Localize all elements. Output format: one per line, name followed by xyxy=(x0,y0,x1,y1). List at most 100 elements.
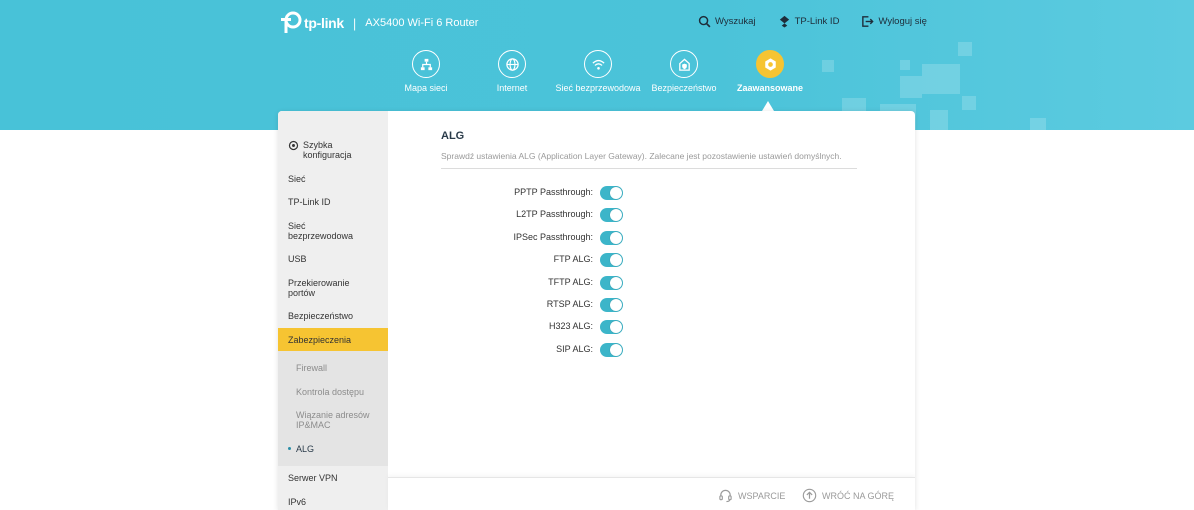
search-link[interactable]: Wyszukaj xyxy=(698,15,756,28)
sidebar-item-quick-setup-label: Szybka konfiguracja xyxy=(303,140,352,160)
headset-icon xyxy=(719,489,732,503)
l2tp-passthrough-toggle[interactable] xyxy=(600,208,623,222)
support-link[interactable]: WSPARCIE xyxy=(718,488,785,503)
support-link-label: WSPARCIE xyxy=(738,490,786,501)
sip-alg-toggle[interactable] xyxy=(600,343,623,357)
toggle-knob xyxy=(610,277,622,289)
toggle-knob xyxy=(610,254,622,266)
setting-row-sip: SIP ALG: xyxy=(388,341,648,359)
main-content: ALG Sprawdź ustawienia ALG (Application … xyxy=(388,111,915,477)
tplink-logo-icon xyxy=(281,11,302,33)
page-title: ALG xyxy=(441,130,465,142)
rtsp-alg-toggle[interactable] xyxy=(600,298,623,312)
pptp-passthrough-toggle[interactable] xyxy=(600,186,623,200)
network-map-icon xyxy=(412,50,440,78)
decor-pixel xyxy=(922,64,960,94)
back-to-top-link-label: WRÓĆ NA GÓRĘ xyxy=(822,490,895,501)
decor-pixel xyxy=(822,60,834,72)
sidebar-subitem-alg-label: ALG xyxy=(296,444,315,454)
tplink-id-icon xyxy=(779,15,789,28)
home-shield-icon xyxy=(670,50,698,78)
tplink-id-link-label: TP-Link ID xyxy=(794,16,840,27)
sidebar-subitem-firewall[interactable]: Firewall xyxy=(296,363,384,373)
nav-security[interactable]: Bezpieczeństwo xyxy=(641,50,727,94)
toggle-knob xyxy=(610,299,622,311)
sidebar-item-port-forwarding[interactable]: Przekierowanie portów xyxy=(278,278,358,298)
nav-advanced[interactable]: Zaawansowane xyxy=(727,50,813,94)
setting-row-ipsec: IPSec Passthrough: xyxy=(388,229,648,247)
logout-link[interactable]: Wyloguj się xyxy=(861,15,927,28)
h323-alg-toggle[interactable] xyxy=(600,320,623,334)
sidebar-item-wireless[interactable]: Sieć bezprzewodowa xyxy=(278,221,358,241)
sidebar-item-tplink-id-label: TP-Link ID xyxy=(288,197,331,207)
toggle-knob xyxy=(610,344,622,356)
setting-label-h323: H323 ALG: xyxy=(548,321,593,331)
brand-separator: | xyxy=(352,15,357,31)
setting-label-sip: SIP ALG: xyxy=(556,344,593,354)
sidebar: Szybka konfiguracja Sieć TP-Link ID Sieć… xyxy=(278,111,388,510)
setting-label-l2tp: L2TP Passthrough: xyxy=(516,209,593,219)
decor-pixel xyxy=(962,96,976,110)
sidebar-subitem-ip-mac-binding[interactable]: Wiązanie adresów IP&MAC xyxy=(296,410,384,430)
sidebar-subitem-access-control[interactable]: Kontrola dostępu xyxy=(296,387,384,397)
settings-card: Szybka konfiguracja Sieć TP-Link ID Sieć… xyxy=(278,111,915,510)
setting-label-rtsp: RTSP ALG: xyxy=(546,299,593,309)
nav-wireless-label: Sieć bezprzewodowa xyxy=(555,83,641,93)
wifi-icon xyxy=(584,50,612,78)
nav-network-map-label: Mapa sieci xyxy=(404,83,448,93)
sidebar-item-ipv6[interactable]: IPv6 xyxy=(278,497,388,507)
setting-row-l2tp: L2TP Passthrough: xyxy=(388,206,648,224)
setting-row-ftp: FTP ALG: xyxy=(388,251,648,269)
tftp-alg-toggle[interactable] xyxy=(600,276,623,290)
decor-pixel xyxy=(900,76,922,98)
decor-pixel xyxy=(1030,118,1046,130)
brand: tp-link | AX5400 Wi-Fi 6 Router xyxy=(278,11,478,35)
decor-pixel xyxy=(958,42,972,56)
top-links: Wyszukaj TP-Link ID Wyloguj się xyxy=(698,15,949,28)
sidebar-submenu: Firewall Kontrola dostępu Wiązanie adres… xyxy=(278,351,388,466)
sidebar-item-tplink-id[interactable]: TP-Link ID xyxy=(278,197,388,207)
sidebar-item-usb[interactable]: USB xyxy=(278,254,388,264)
toggle-knob xyxy=(610,187,622,199)
sidebar-item-network-label: Sieć xyxy=(288,174,306,184)
active-nav-pointer xyxy=(762,101,774,111)
ftp-alg-toggle[interactable] xyxy=(600,253,623,267)
sidebar-item-protection-label: Zabezpieczenia xyxy=(288,335,352,345)
sidebar-subitem-alg[interactable]: ALG xyxy=(288,444,384,454)
back-to-top-link[interactable]: WRÓĆ NA GÓRĘ xyxy=(802,488,894,503)
quick-setup-icon xyxy=(288,140,299,151)
setting-label-pptp: PPTP Passthrough: xyxy=(514,187,593,197)
sidebar-item-network[interactable]: Sieć xyxy=(278,174,388,184)
main-nav: Mapa sieci Internet Sieć bezprzewodowa B… xyxy=(383,50,813,94)
decor-pixel xyxy=(930,110,948,130)
toggle-knob xyxy=(610,232,622,244)
sidebar-item-security[interactable]: Bezpieczeństwo xyxy=(278,311,388,321)
globe-icon xyxy=(498,50,526,78)
decor-pixel xyxy=(900,60,910,70)
tplink-id-link[interactable]: TP-Link ID xyxy=(778,15,840,28)
card-footer: WSPARCIE WRÓĆ NA GÓRĘ xyxy=(388,477,915,510)
nav-network-map[interactable]: Mapa sieci xyxy=(383,50,469,94)
sidebar-item-ipv6-label: IPv6 xyxy=(288,497,307,507)
sidebar-item-vpn-server[interactable]: Serwer VPN xyxy=(278,473,388,483)
nav-internet[interactable]: Internet xyxy=(469,50,555,94)
arrow-up-circle-icon xyxy=(802,488,817,503)
nav-security-label: Bezpieczeństwo xyxy=(651,83,717,93)
logout-link-label: Wyloguj się xyxy=(878,16,927,27)
toggle-knob xyxy=(610,321,622,333)
sidebar-item-protection[interactable]: Zabezpieczenia xyxy=(278,328,388,352)
sidebar-item-vpn-server-label: Serwer VPN xyxy=(288,473,338,483)
ipsec-passthrough-toggle[interactable] xyxy=(600,231,623,245)
search-link-label: Wyszukaj xyxy=(715,16,756,27)
sidebar-item-wireless-label: Sieć bezprzewodowa xyxy=(288,221,354,241)
sidebar-item-usb-label: USB xyxy=(288,254,307,264)
toggle-knob xyxy=(610,209,622,221)
page-description: Sprawdź ustawienia ALG (Application Laye… xyxy=(441,151,857,169)
sidebar-item-quick-setup[interactable]: Szybka konfiguracja xyxy=(278,140,388,160)
gear-icon xyxy=(756,50,784,78)
setting-row-pptp: PPTP Passthrough: xyxy=(388,184,648,202)
sidebar-subitem-firewall-label: Firewall xyxy=(296,363,328,373)
sidebar-subitem-ip-mac-binding-label: Wiązanie adresów IP&MAC xyxy=(296,410,370,430)
nav-wireless[interactable]: Sieć bezprzewodowa xyxy=(555,50,641,94)
setting-row-tftp: TFTP ALG: xyxy=(388,274,648,292)
